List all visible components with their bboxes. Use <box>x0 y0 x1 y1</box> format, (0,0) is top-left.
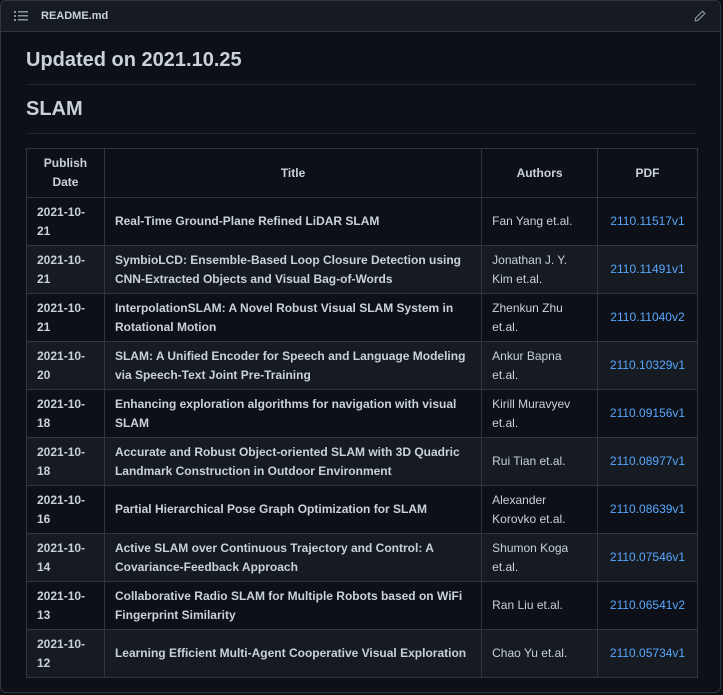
pdf-link[interactable]: 2110.08977v1 <box>610 454 685 468</box>
cell-date: 2021-10-16 <box>26 485 105 534</box>
cell-pdf: 2110.06541v2 <box>597 581 698 630</box>
cell-date: 2021-10-18 <box>26 389 105 438</box>
file-header: README.md <box>1 1 720 32</box>
pdf-link[interactable]: 2110.08639v1 <box>610 502 685 516</box>
pdf-link[interactable]: 2110.10329v1 <box>610 358 685 372</box>
cell-pdf: 2110.11040v2 <box>597 293 698 342</box>
cell-title: Accurate and Robust Object-oriented SLAM… <box>103 437 483 486</box>
cell-date: 2021-10-21 <box>26 245 105 294</box>
cell-date: 2021-10-18 <box>26 437 105 486</box>
cell-title: Enhancing exploration algorithms for nav… <box>103 389 483 438</box>
cell-pdf: 2110.07546v1 <box>597 533 698 582</box>
cell-authors: Rui Tian et.al. <box>481 437 598 486</box>
cell-authors: Chao Yu et.al. <box>481 629 598 678</box>
column-header-pdf: PDF <box>597 148 698 198</box>
cell-title: Partial Hierarchical Pose Graph Optimiza… <box>103 485 483 534</box>
section-heading-slam: SLAM <box>26 99 696 134</box>
cell-pdf: 2110.09156v1 <box>597 389 698 438</box>
file-name: README.md <box>41 10 109 22</box>
cell-title: InterpolationSLAM: A Novel Robust Visual… <box>103 293 483 342</box>
cell-date: 2021-10-20 <box>26 341 105 390</box>
cell-title: Learning Efficient Multi-Agent Cooperati… <box>103 629 483 678</box>
column-header-title: Title <box>103 148 483 198</box>
cell-title: SLAM: A Unified Encoder for Speech and L… <box>103 341 483 390</box>
cell-date: 2021-10-13 <box>26 581 105 630</box>
cell-pdf: 2110.11491v1 <box>597 245 698 294</box>
table-row: 2021-10-16 Partial Hierarchical Pose Gra… <box>26 485 698 534</box>
cell-authors: Kirill Muravyev et.al. <box>481 389 598 438</box>
cell-pdf: 2110.11517v1 <box>597 197 698 246</box>
cell-pdf: 2110.08639v1 <box>597 485 698 534</box>
cell-title: Active SLAM over Continuous Trajectory a… <box>103 533 483 582</box>
cell-pdf: 2110.05734v1 <box>597 629 698 678</box>
table-row: 2021-10-12 Learning Efficient Multi-Agen… <box>26 629 698 678</box>
table-row: 2021-10-21 InterpolationSLAM: A Novel Ro… <box>26 293 698 342</box>
pdf-link[interactable]: 2110.11040v2 <box>610 310 684 324</box>
cell-pdf: 2110.10329v1 <box>597 341 698 390</box>
pdf-link[interactable]: 2110.11517v1 <box>610 214 684 228</box>
table-row: 2021-10-14 Active SLAM over Continuous T… <box>26 533 698 582</box>
table-row: 2021-10-21 Real-Time Ground-Plane Refine… <box>26 197 698 246</box>
cell-title: SymbioLCD: Ensemble-Based Loop Closure D… <box>103 245 483 294</box>
cell-authors: Shumon Koga et.al. <box>481 533 598 582</box>
cell-authors: Ran Liu et.al. <box>481 581 598 630</box>
cell-authors: Alexander Korovko et.al. <box>481 485 598 534</box>
table-row: 2021-10-21 SymbioLCD: Ensemble-Based Loo… <box>26 245 698 294</box>
column-header-publish-date: Publish Date <box>26 148 105 198</box>
table-row: 2021-10-20 SLAM: A Unified Encoder for S… <box>26 341 698 390</box>
list-unordered-icon[interactable] <box>13 8 29 24</box>
cell-pdf: 2110.08977v1 <box>597 437 698 486</box>
pdf-link[interactable]: 2110.09156v1 <box>610 406 685 420</box>
cell-date: 2021-10-21 <box>26 293 105 342</box>
cell-authors: Ankur Bapna et.al. <box>481 341 598 390</box>
updated-heading: Updated on 2021.10.25 <box>26 50 696 85</box>
table-row: 2021-10-18 Accurate and Robust Object-or… <box>26 437 698 486</box>
pencil-icon[interactable] <box>690 6 710 26</box>
readme-panel: README.md Updated on 2021.10.25 SLAM Pub… <box>0 0 721 693</box>
cell-authors: Jonathan J. Y. Kim et.al. <box>481 245 598 294</box>
column-header-authors: Authors <box>481 148 598 198</box>
cell-title: Real-Time Ground-Plane Refined LiDAR SLA… <box>103 197 483 246</box>
table-header-row: Publish Date Title Authors PDF <box>26 148 698 198</box>
pdf-link[interactable]: 2110.06541v2 <box>610 598 685 612</box>
cell-title: Collaborative Radio SLAM for Multiple Ro… <box>103 581 483 630</box>
pdf-link[interactable]: 2110.05734v1 <box>610 646 685 660</box>
cell-authors: Zhenkun Zhu et.al. <box>481 293 598 342</box>
cell-authors: Fan Yang et.al. <box>481 197 598 246</box>
cell-date: 2021-10-12 <box>26 629 105 678</box>
table-row: 2021-10-13 Collaborative Radio SLAM for … <box>26 581 698 630</box>
cell-date: 2021-10-14 <box>26 533 105 582</box>
papers-table: Publish Date Title Authors PDF 2021-10-2… <box>26 148 698 678</box>
pdf-link[interactable]: 2110.07546v1 <box>610 550 685 564</box>
pdf-link[interactable]: 2110.11491v1 <box>610 262 684 276</box>
table-row: 2021-10-18 Enhancing exploration algorit… <box>26 389 698 438</box>
readme-content: Updated on 2021.10.25 SLAM Publish Date … <box>1 50 720 678</box>
cell-date: 2021-10-21 <box>26 197 105 246</box>
